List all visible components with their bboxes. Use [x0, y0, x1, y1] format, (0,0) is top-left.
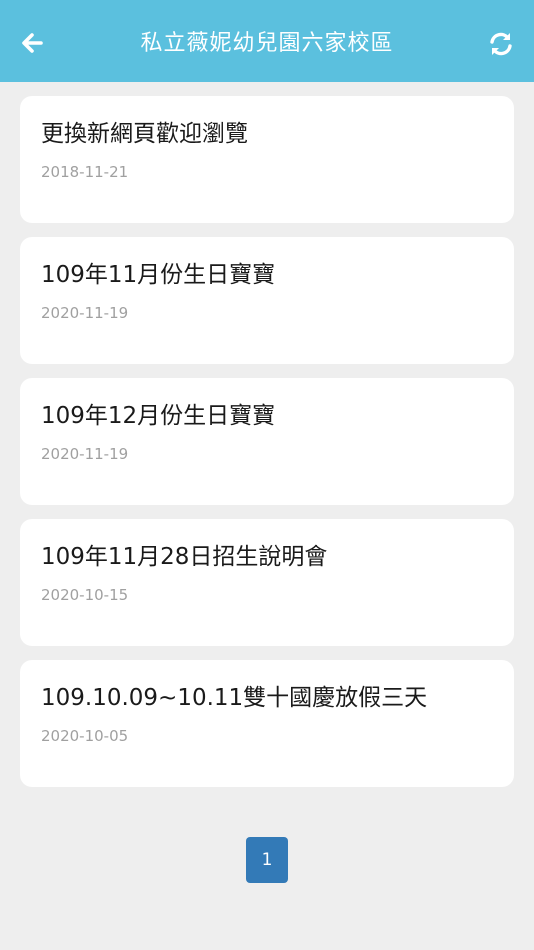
news-date: 2020-10-05	[41, 727, 129, 745]
news-date: 2020-10-15	[41, 586, 129, 604]
refresh-button[interactable]	[484, 27, 518, 61]
news-title: 109年12月份生日寶寶	[41, 403, 276, 429]
refresh-icon	[490, 32, 512, 56]
news-item[interactable]: 109年11月28日招生說明會 2020-10-15	[20, 519, 514, 646]
news-list: 更換新網頁歡迎瀏覽 2018-11-21 109年11月份生日寶寶 2020-1…	[20, 96, 514, 801]
news-item[interactable]: 更換新網頁歡迎瀏覽 2018-11-21	[20, 96, 514, 223]
news-title: 109年11月28日招生說明會	[41, 544, 328, 570]
news-item[interactable]: 109年11月份生日寶寶 2020-11-19	[20, 237, 514, 364]
news-date: 2018-11-21	[41, 163, 129, 181]
page-title: 私立薇妮幼兒園六家校區	[140, 31, 394, 56]
page-1-button[interactable]: 1	[246, 837, 288, 883]
news-title: 更換新網頁歡迎瀏覽	[41, 121, 248, 147]
news-date: 2020-11-19	[41, 445, 129, 463]
news-item[interactable]: 109.10.09~10.11雙十國慶放假三天 2020-10-05	[20, 660, 514, 787]
app-header: 私立薇妮幼兒園六家校區	[0, 0, 534, 82]
news-title: 109.10.09~10.11雙十國慶放假三天	[41, 685, 428, 711]
back-button[interactable]	[16, 27, 48, 59]
news-title: 109年11月份生日寶寶	[41, 262, 276, 288]
arrow-left-icon	[22, 33, 43, 53]
news-date: 2020-11-19	[41, 304, 129, 322]
news-item[interactable]: 109年12月份生日寶寶 2020-11-19	[20, 378, 514, 505]
